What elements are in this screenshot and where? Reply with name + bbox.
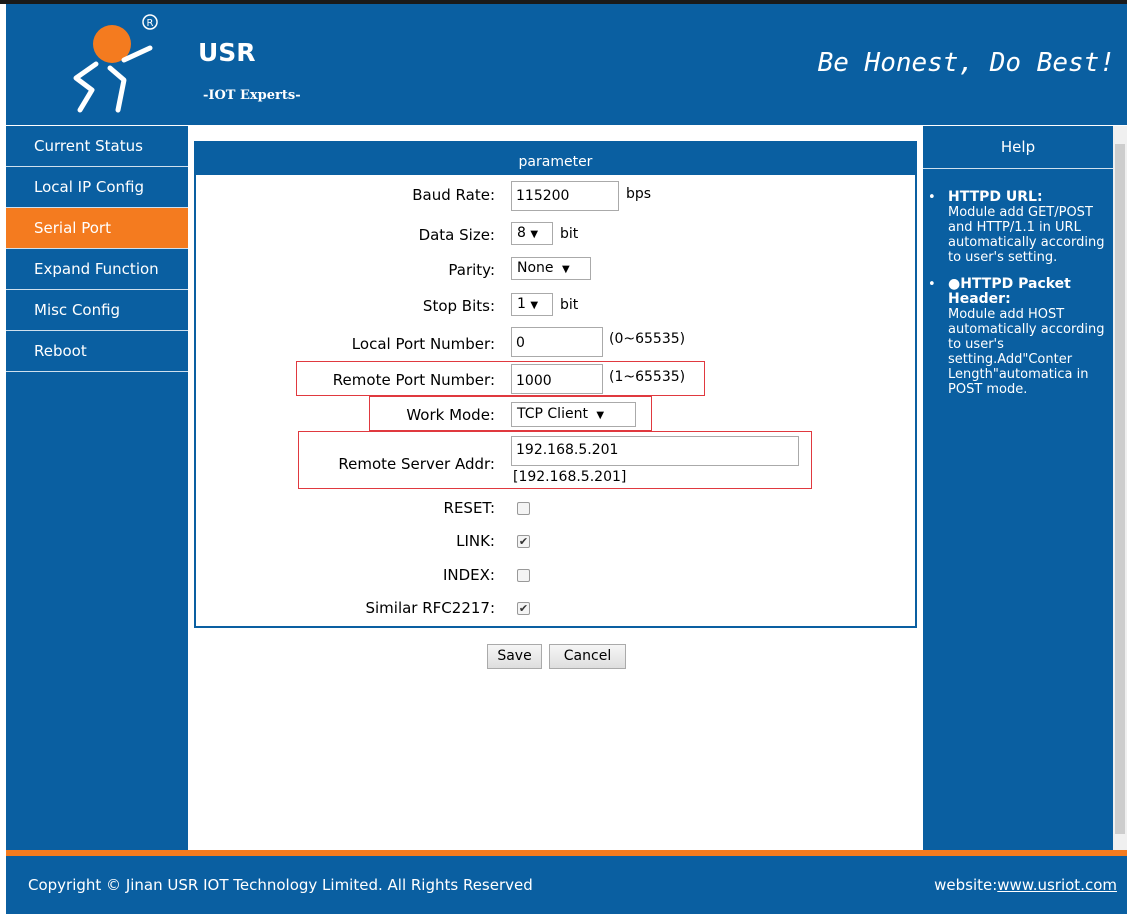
data-size-value: 8 [517,225,526,241]
bullet-icon: • [928,277,936,292]
sidebar-item-misc-config[interactable]: Misc Config [6,290,188,331]
checkmark-icon: ✔ [518,535,529,548]
bullet-icon: • [928,190,936,205]
work-mode-value: TCP Client [517,406,588,422]
chevron-down-icon: ▼ [530,229,539,240]
checkmark-icon: ✔ [518,602,529,615]
reset-label: RESET: [443,499,495,517]
help-heading: HTTPD URL: [948,190,1043,205]
svg-text:R: R [147,18,154,29]
website-link[interactable]: www.usriot.com [997,876,1117,894]
website-info: website:www.usriot.com [934,876,1117,894]
baud-rate-input[interactable]: 115200 [511,181,619,211]
chevron-down-icon: ▼ [596,410,605,421]
sidebar-item-serial-port[interactable]: Serial Port [6,208,188,249]
local-port-range: (0~65535) [609,331,686,347]
footer: Copyright © Jinan USR IOT Technology Lim… [6,856,1127,914]
baud-rate-unit: bps [626,186,652,202]
stop-bits-value: 1 [517,296,526,312]
data-size-unit: bit [560,226,579,242]
brand-subtitle: -IOT Experts- [203,88,301,103]
sidebar-item-local-ip-config[interactable]: Local IP Config [6,167,188,208]
work-mode-label: Work Mode: [406,406,495,424]
sidebar-item-current-status[interactable]: Current Status [6,126,188,167]
copyright-text: Copyright © Jinan USR IOT Technology Lim… [28,876,533,894]
brand-name: USR [198,38,256,67]
rfc2217-label: Similar RFC2217: [365,599,495,617]
remote-port-input[interactable]: 1000 [511,364,603,394]
stop-bits-select[interactable]: 1 ▼ [511,293,553,316]
header: R USR -IOT Experts- Be Honest, Do Best! [6,4,1127,125]
stop-bits-unit: bit [560,297,579,313]
sidebar-item-expand-function[interactable]: Expand Function [6,249,188,290]
link-label: LINK: [456,532,495,550]
help-text: Module add GET/POST and HTTP/1.1 in URL … [948,205,1105,265]
remote-server-input[interactable]: 192.168.5.201 [511,436,799,466]
scrollbar-thumb[interactable] [1115,144,1125,834]
chevron-down-icon: ▼ [530,300,539,311]
help-item-httpd-header: • ●HTTPD Packet Header: Module add HOST … [928,276,1108,398]
parity-select[interactable]: None ▼ [511,257,591,280]
remote-server-resolved: [192.168.5.201] [513,469,627,485]
usr-logo-icon: R [73,14,158,113]
chevron-down-icon: ▼ [561,264,570,275]
local-port-input[interactable]: 0 [511,327,603,357]
scrollbar[interactable] [1113,126,1127,850]
panel-title: parameter [196,143,915,175]
index-checkbox[interactable] [517,569,530,582]
help-list: • HTTPD URL: Module add GET/POST and HTT… [928,190,1108,409]
link-checkbox[interactable]: ✔ [517,535,530,548]
slogan: Be Honest, Do Best! [817,48,1115,78]
parameter-panel: parameter Baud Rate: 115200 bps Data Siz… [194,141,917,628]
remote-port-label: Remote Port Number: [332,371,495,389]
work-mode-select[interactable]: TCP Client ▼ [511,402,636,427]
website-prefix: website: [934,876,998,894]
help-title: Help [923,126,1113,169]
baud-rate-label: Baud Rate: [412,186,495,204]
reset-checkbox[interactable] [517,502,530,515]
help-heading: ●HTTPD Packet Header: [948,276,1071,307]
rfc2217-checkbox[interactable]: ✔ [517,602,530,615]
help-panel: Help • HTTPD URL: Module add GET/POST an… [923,126,1113,850]
sidebar-nav: Current Status Local IP Config Serial Po… [6,126,188,850]
parity-label: Parity: [448,261,495,279]
cancel-button[interactable]: Cancel [549,644,626,669]
local-port-label: Local Port Number: [351,335,495,353]
remote-port-range: (1~65535) [609,369,686,385]
sidebar-item-reboot[interactable]: Reboot [6,331,188,372]
index-label: INDEX: [442,566,495,584]
remote-server-label: Remote Server Addr: [338,455,495,473]
data-size-select[interactable]: 8 ▼ [511,222,553,245]
help-item-httpd-url: • HTTPD URL: Module add GET/POST and HTT… [928,190,1108,265]
data-size-label: Data Size: [418,226,495,244]
save-button[interactable]: Save [487,644,542,669]
help-text: Module add HOST automatically according … [948,307,1105,397]
parity-value: None [517,260,554,276]
stop-bits-label: Stop Bits: [422,297,495,315]
